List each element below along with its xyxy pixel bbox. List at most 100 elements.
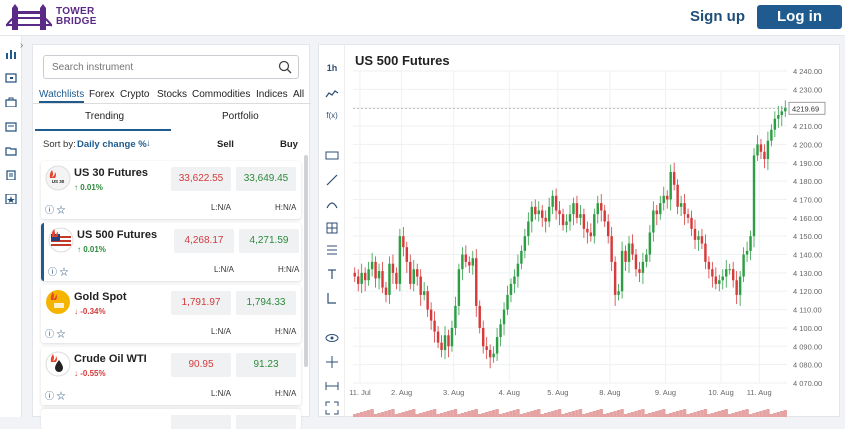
candle-body: [391, 263, 395, 273]
sell-price-button[interactable]: [171, 415, 231, 429]
tab-indices[interactable]: Indices: [256, 89, 288, 100]
star-box-icon[interactable]: [5, 194, 17, 204]
search-input[interactable]: [52, 62, 262, 73]
instrument-name: US 500 Futures: [77, 229, 158, 241]
sort-value[interactable]: Daily change %: [77, 139, 147, 150]
row-actions: ⓘ ☆: [45, 203, 66, 216]
sell-price-button[interactable]: 4,268.17: [174, 229, 234, 253]
indicators-icon[interactable]: f(x): [325, 109, 339, 123]
instrument-row[interactable]: US 30 US 30 Futures ↑ 0.01% 33,622.55 33…: [41, 161, 301, 219]
sort-arrow-icon[interactable]: ↓: [146, 138, 151, 149]
high-value: H:N/A: [275, 203, 297, 212]
x-tick-label: 11. Jul: [349, 388, 371, 397]
chart-type-icon[interactable]: [325, 87, 339, 101]
volume-bar: [773, 413, 777, 417]
volume-bar: [446, 411, 451, 417]
candle-body: [725, 269, 728, 277]
candle-body: [714, 276, 718, 284]
instrument-row-partial[interactable]: [41, 409, 301, 429]
brand-logo[interactable]: TOWER BRIDGE: [6, 4, 97, 30]
price-chart[interactable]: 4 240.004 230.004 220.004 210.004 200.00…: [345, 45, 841, 418]
text-tool-icon[interactable]: [325, 267, 339, 281]
sell-price-button[interactable]: 1,791.97: [171, 291, 231, 315]
signup-link[interactable]: Sign up: [690, 8, 745, 25]
timeframe-button[interactable]: 1h: [325, 61, 339, 75]
info-icon[interactable]: ⓘ: [45, 205, 54, 215]
tab-crypto[interactable]: Crypto: [120, 89, 149, 100]
buy-price-button[interactable]: 33,649.45: [236, 167, 296, 191]
measure-icon[interactable]: [325, 291, 339, 305]
search-icon[interactable]: [278, 60, 292, 74]
sell-price-button[interactable]: 33,622.55: [171, 167, 231, 191]
candle-body: [662, 195, 665, 204]
instrument-row[interactable]: Gold Spot ↓ -0.34% 1,791.97 1,794.33 ⓘ ☆…: [41, 285, 301, 343]
tab-forex[interactable]: Forex: [89, 89, 115, 100]
watchlist-scrollbar[interactable]: [304, 155, 308, 367]
info-icon[interactable]: ⓘ: [45, 329, 54, 339]
candle-body: [627, 243, 631, 262]
volume-bar: [380, 412, 385, 417]
subtab-portfolio[interactable]: Portfolio: [222, 111, 259, 122]
candle-body: [586, 228, 589, 233]
candle-body: [353, 272, 356, 277]
candle-body: [416, 269, 419, 277]
info-icon[interactable]: ⓘ: [45, 391, 54, 401]
crosshair-grid-icon[interactable]: [325, 221, 339, 235]
candle-body: [509, 283, 513, 295]
candle-body: [641, 261, 645, 273]
volume-bar: [484, 412, 489, 417]
volume-strip: [353, 409, 787, 417]
buy-column-header: Buy: [280, 139, 298, 150]
volume-bar: [689, 413, 694, 417]
instrument-row[interactable]: Crude Oil WTI ↓ -0.55% 90.95 91.23 ⓘ ☆ L…: [41, 347, 301, 405]
subtab-trending[interactable]: Trending: [85, 111, 124, 122]
info-icon[interactable]: ⓘ: [48, 267, 57, 277]
search-box[interactable]: [43, 55, 299, 79]
star-icon[interactable]: ☆: [57, 329, 66, 339]
orders-icon[interactable]: [5, 122, 17, 132]
star-icon[interactable]: ☆: [57, 205, 66, 215]
fullscreen-icon[interactable]: [325, 401, 339, 415]
candle-body: [759, 144, 763, 152]
buy-price-button[interactable]: 91.23: [236, 353, 296, 377]
buy-price-button[interactable]: [236, 415, 296, 429]
tab-stocks[interactable]: Stocks: [157, 89, 187, 100]
tab-watchlists[interactable]: Watchlists: [39, 89, 85, 103]
collapse-chevron-icon[interactable]: ›: [20, 40, 23, 51]
candle-body: [624, 250, 627, 262]
tab-all[interactable]: All: [293, 89, 304, 100]
login-button[interactable]: Log in: [757, 5, 842, 29]
eye-icon[interactable]: [325, 331, 339, 345]
volume-bar: [745, 409, 749, 417]
curve-icon[interactable]: [325, 197, 339, 211]
wallet-icon[interactable]: [5, 73, 17, 83]
candle-body: [513, 276, 516, 284]
candle-body: [676, 184, 679, 207]
volume-bar: [429, 410, 433, 417]
volume-bar: [467, 411, 472, 417]
document-icon[interactable]: [5, 170, 17, 180]
comment-icon[interactable]: [325, 149, 339, 163]
buy-price-button[interactable]: 4,271.59: [239, 229, 299, 253]
star-icon[interactable]: ☆: [57, 391, 66, 401]
horizontal-lines-icon[interactable]: [325, 243, 339, 257]
instrument-name: Gold Spot: [74, 291, 127, 303]
sell-price-button[interactable]: 90.95: [171, 353, 231, 377]
volume-bar: [717, 411, 722, 417]
fit-width-icon[interactable]: [325, 379, 339, 393]
chart-bars-icon[interactable]: [5, 49, 17, 59]
crosshair-icon[interactable]: [325, 355, 339, 369]
trend-line-icon[interactable]: [325, 173, 339, 187]
star-icon[interactable]: ☆: [60, 267, 69, 277]
oil-icon: [45, 351, 71, 377]
low-value: L:N/A: [211, 327, 232, 336]
volume-bar: [398, 413, 402, 417]
volume-bar: [516, 409, 520, 417]
briefcase-icon[interactable]: [5, 97, 17, 107]
candle-body: [395, 272, 398, 284]
instrument-row-selected[interactable]: US 500 Futures ↑ 0.01% 4,268.17 4,271.59…: [41, 223, 301, 281]
tab-commodities[interactable]: Commodities: [192, 89, 250, 100]
volume-bar: [634, 411, 638, 417]
folder-icon[interactable]: [5, 146, 17, 156]
buy-price-button[interactable]: 1,794.33: [236, 291, 296, 315]
